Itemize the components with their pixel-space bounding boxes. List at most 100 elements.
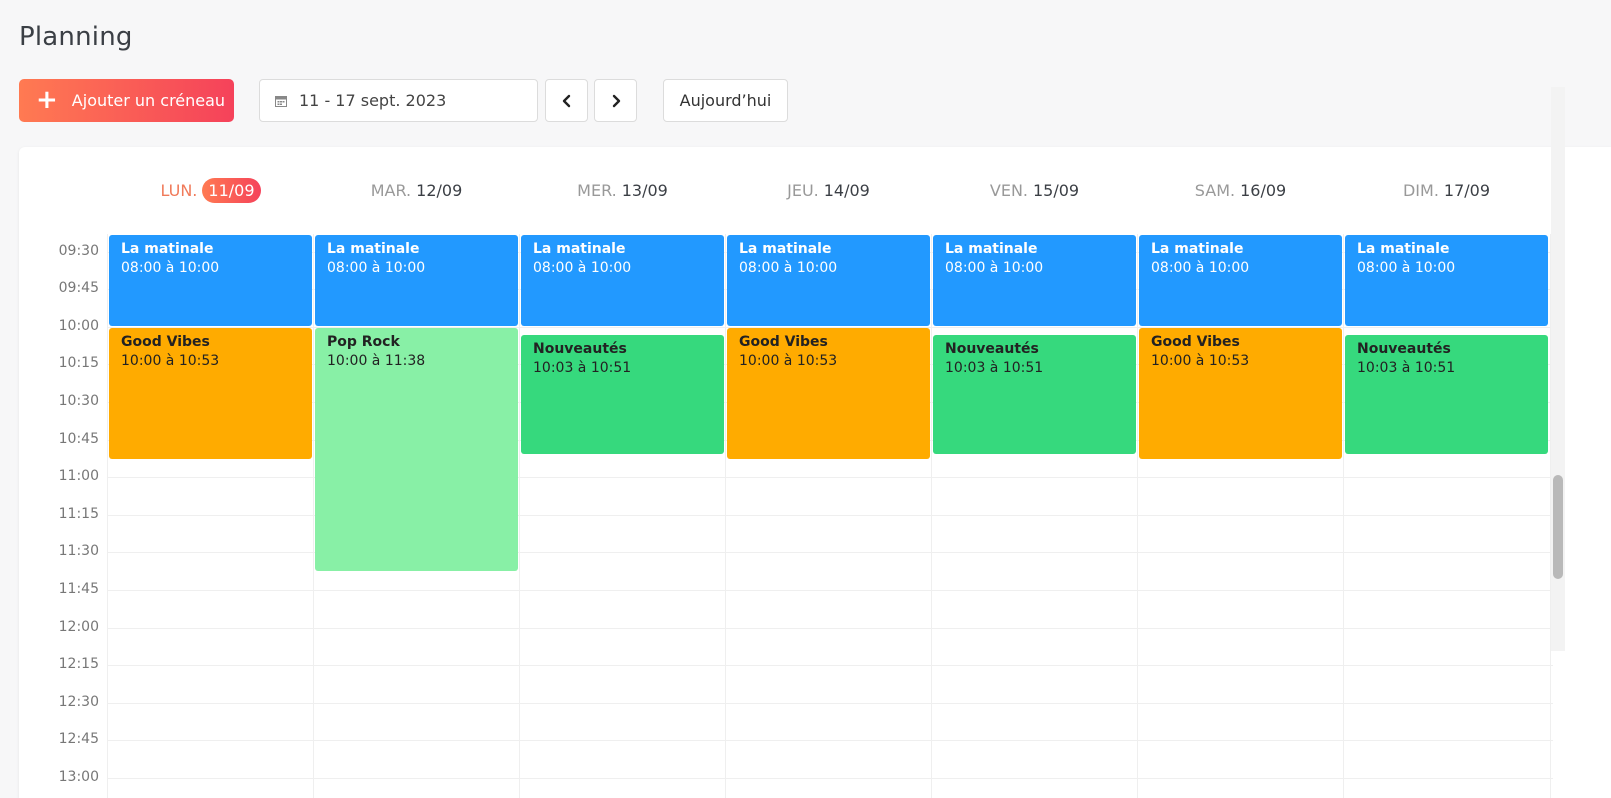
time-label: 11:15 [58,505,99,522]
day-header-2: MER. 13/09 [520,175,725,205]
today-button[interactable]: Aujourd’hui [663,79,788,122]
day-header-3: JEU. 14/09 [726,175,931,205]
day-name: LUN. [160,180,198,200]
calendar-icon [275,95,287,107]
day-header-1: MAR. 12/09 [314,175,519,205]
event-block[interactable]: La matinale 08:00 à 10:00 [109,235,312,326]
grid-line [108,740,1553,742]
event-block[interactable]: Nouveautés 10:03 à 10:51 [1345,335,1548,454]
event-block[interactable]: Good Vibes 10:00 à 10:53 [1139,327,1342,459]
event-time: 08:00 à 10:00 [739,260,838,276]
time-label: 13:00 [58,768,99,785]
day-name: MER. [577,180,617,200]
date-range-value: 11 - 17 sept. 2023 [299,91,447,110]
previous-week-button[interactable] [545,79,588,122]
date-range-picker[interactable]: 11 - 17 sept. 2023 [259,79,538,122]
grid-line [108,589,1553,591]
day-date: 16/09 [1240,180,1287,200]
day-date: 15/09 [1033,180,1080,200]
time-label: 10:00 [58,317,99,334]
event-block[interactable]: Nouveautés 10:03 à 10:51 [521,335,724,454]
event-time: 08:00 à 10:00 [945,260,1044,276]
event-block[interactable]: La matinale 08:00 à 10:00 [1139,235,1342,326]
event-time: 10:00 à 10:53 [739,352,838,369]
day-header-4: VEN. 15/09 [932,175,1137,205]
time-label: 09:45 [58,280,99,297]
event-block[interactable]: Good Vibes 10:00 à 10:53 [727,327,930,459]
time-label: 10:30 [58,392,99,409]
column-divider [931,234,932,798]
week-grid: 09:30 09:45 10:00 10:15 10:30 10:45 11:00 11:15… [19,234,1611,798]
day-date: 14/09 [823,180,870,200]
column-divider [107,234,108,798]
event-time: 10:03 à 10:51 [1357,360,1456,377]
event-block[interactable]: La matinale 08:00 à 10:00 [521,235,724,326]
chevron-left-icon [562,94,570,107]
column-divider [519,234,520,798]
toolbar: + Ajouter un créneau 11 - 17 sept. 2023 … [19,79,819,122]
event-title: Nouveautés [533,341,627,358]
time-label: 10:45 [58,430,99,447]
day-date: 13/09 [621,180,668,200]
event-block[interactable]: Pop Rock 10:00 à 11:38 [315,327,518,572]
day-name: SAM. [1194,180,1236,200]
day-name: MAR. [370,180,412,200]
event-time: 08:00 à 10:00 [327,260,426,276]
event-title: Good Vibes [121,333,210,350]
event-block[interactable]: La matinale 08:00 à 10:00 [933,235,1136,326]
event-time: 10:00 à 10:53 [1151,352,1250,369]
event-title: La matinale [327,241,420,257]
event-title: Good Vibes [739,333,828,350]
column-divider [1343,234,1344,798]
chevron-right-icon [612,94,620,107]
day-header-0: LUN. 11/09 [108,175,313,205]
event-title: La matinale [121,241,214,257]
column-divider [313,234,314,798]
time-label: 11:30 [58,543,99,560]
time-label: 11:45 [58,580,99,597]
next-week-button[interactable] [594,79,637,122]
day-name: JEU. [787,180,819,200]
event-title: La matinale [533,241,626,257]
grid-line [108,777,1553,779]
time-label: 12:00 [58,618,99,635]
event-time: 08:00 à 10:00 [1151,260,1250,276]
event-block[interactable]: La matinale 08:00 à 10:00 [315,235,518,326]
event-time: 10:00 à 11:38 [327,352,426,369]
add-slot-label: Ajouter un créneau [71,91,226,110]
time-label: 11:00 [58,468,99,485]
add-slot-button[interactable]: + Ajouter un créneau [19,79,234,122]
event-block[interactable]: La matinale 08:00 à 10:00 [727,235,930,326]
event-time: 08:00 à 10:00 [533,260,632,276]
time-label: 12:45 [58,731,99,748]
column-divider [1137,234,1138,798]
day-header-6: DIM. 17/09 [1344,175,1549,205]
day-header-5: SAM. 16/09 [1138,175,1343,205]
event-time: 10:00 à 10:53 [121,352,220,369]
day-date: 12/09 [416,180,463,200]
time-label: 12:30 [58,693,99,710]
event-title: La matinale [945,241,1038,257]
grid-line [108,665,1553,667]
event-time: 10:03 à 10:51 [533,360,632,377]
page-title: Planning [19,22,133,52]
event-title: La matinale [1151,241,1244,257]
day-name: VEN. [989,180,1028,200]
calendar-panel: LUN. 11/09 MAR. 12/09 MER. 13/09 JEU. 14/09 VEN.… [19,147,1611,798]
scrollbar-thumb[interactable] [1553,475,1563,579]
plus-icon: + [36,84,58,115]
event-title: La matinale [739,241,832,257]
day-name: DIM. [1402,180,1439,200]
event-title: Good Vibes [1151,333,1240,350]
event-block[interactable]: La matinale 08:00 à 10:00 [1345,235,1548,326]
time-label: 09:30 [58,242,99,259]
day-date: 17/09 [1443,180,1491,200]
event-title: Nouveautés [945,341,1039,358]
event-block[interactable]: Nouveautés 10:03 à 10:51 [933,335,1136,454]
time-label: 12:15 [58,656,99,673]
event-block[interactable]: Good Vibes 10:00 à 10:53 [109,327,312,459]
time-label: 10:15 [58,355,99,372]
event-title: La matinale [1357,241,1450,257]
event-time: 10:03 à 10:51 [945,360,1044,377]
event-time: 08:00 à 10:00 [121,260,220,276]
